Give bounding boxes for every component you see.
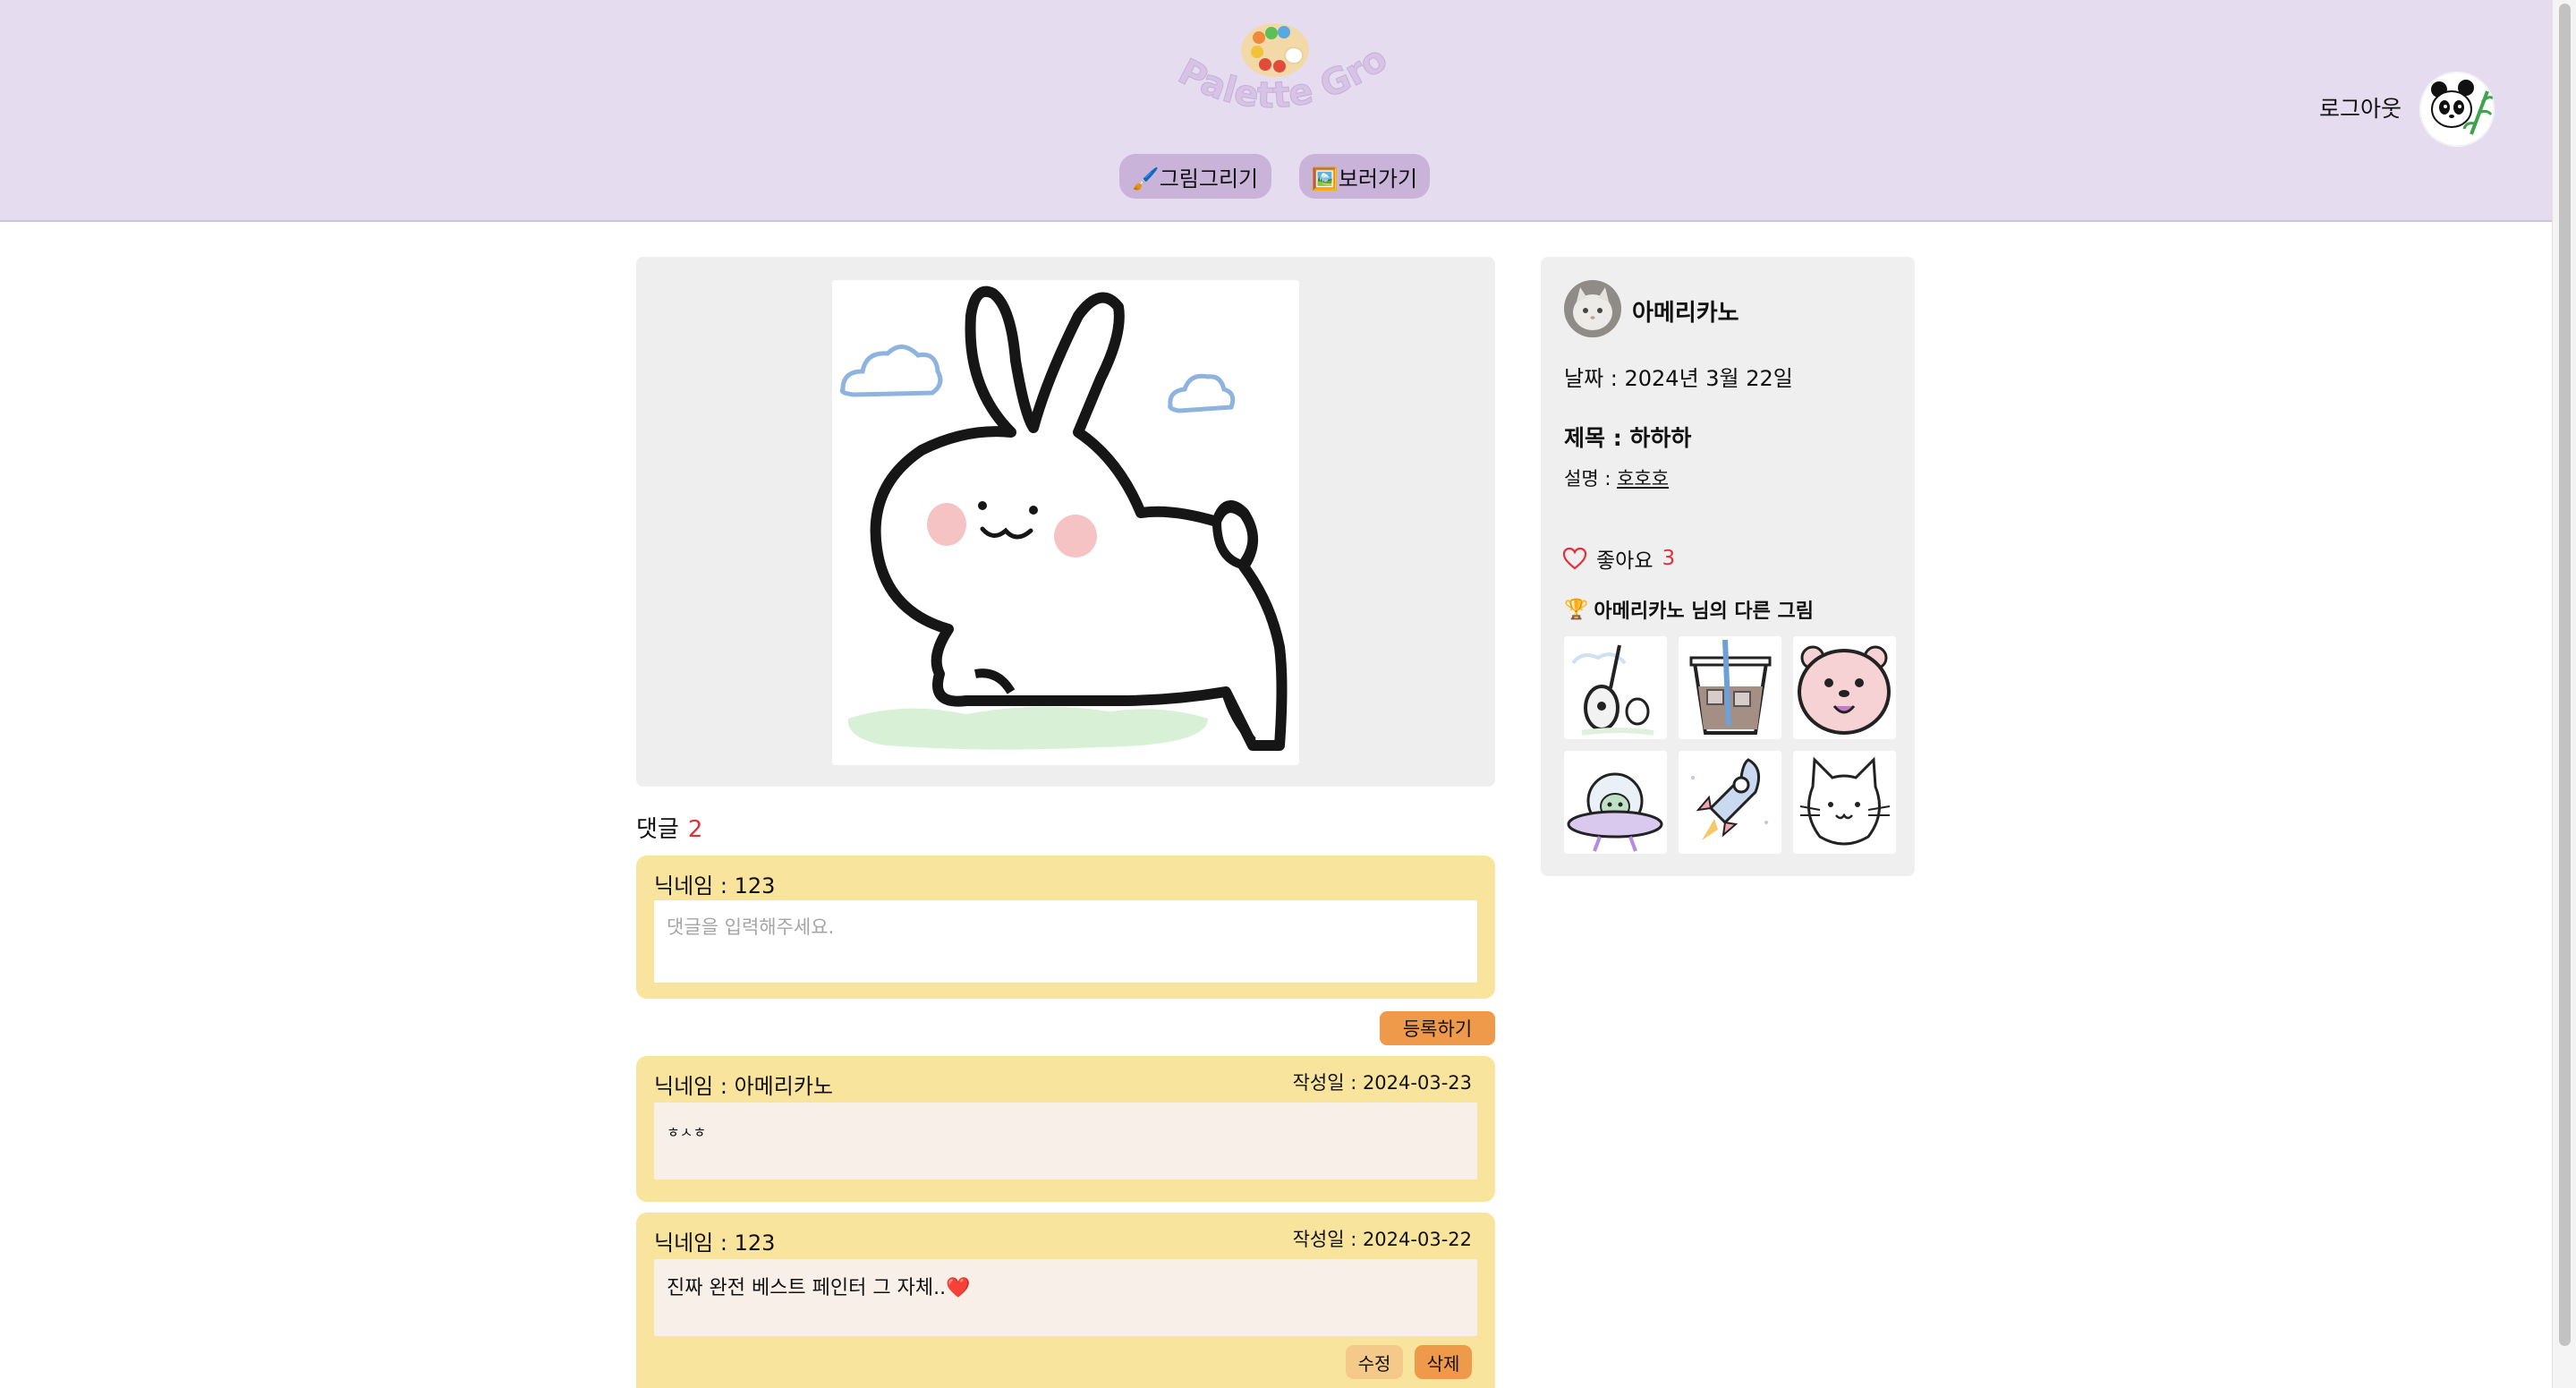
nav-draw-button[interactable]: 🖌️그림그리기 — [1119, 154, 1271, 199]
trophy-icon: 🏆 — [1564, 598, 1589, 621]
edit-comment-button[interactable]: 수정 — [1346, 1345, 1403, 1379]
comment-input[interactable] — [654, 900, 1477, 983]
nav-view-button[interactable]: 🖼️보러가기 — [1299, 154, 1430, 199]
like-count: 3 — [1662, 547, 1676, 570]
artwork-description: 설명 : 호호호 — [1564, 464, 1669, 491]
comment-nickname: 닉네임 : 아메리카노 — [654, 1074, 833, 1099]
comment-text: ㅎㅅㅎ — [654, 1103, 1477, 1179]
palette-ground-logo[interactable]: Palette Ground — [1141, 0, 1396, 131]
heart-icon[interactable] — [1562, 547, 1587, 570]
comment-heading-label: 댓글 — [636, 816, 679, 843]
comment-item: 닉네임 : 123 작성일 : 2024-03-22 진짜 완전 베스트 페인터… — [636, 1213, 1495, 1388]
register-button[interactable]: 등록하기 — [1380, 1011, 1495, 1045]
new-comment-form: 닉네임 : 123 — [636, 856, 1495, 999]
comment-count: 2 — [687, 816, 703, 843]
other-work-thumbnail-guitar[interactable] — [1564, 636, 1667, 739]
comment-text: 진짜 완전 베스트 페인터 그 자체..❤️ — [654, 1259, 1477, 1336]
comment-nickname: 닉네임 : 123 — [654, 1230, 776, 1256]
comment-date: 작성일 : 2024-03-22 — [1292, 1229, 1472, 1250]
other-works-label: 아메리카노 님의 다른 그림 — [1594, 600, 1815, 623]
guitar-drawing-icon — [1564, 636, 1667, 739]
cat-drawing-icon — [1793, 751, 1896, 854]
other-work-thumbnail-cat[interactable] — [1793, 751, 1896, 854]
artwork-title: 제목 : 하하하 — [1564, 425, 1692, 451]
comment-heading: 댓글 2 — [636, 811, 702, 844]
like-label: 좋아요 — [1596, 549, 1654, 573]
top-header: Palette Ground 🖌️그림그리기 🖼️보러가기 로그아웃 — [0, 0, 2552, 222]
artwork-info-panel: 아메리카노 날짜 : 2024년 3월 22일 제목 : 하하하 설명 : 호호… — [1541, 257, 1915, 876]
author-avatar[interactable] — [1564, 280, 1621, 337]
logout-link[interactable]: 로그아웃 — [2319, 91, 2402, 123]
panda-icon — [2419, 72, 2495, 147]
ufo-drawing-icon — [1564, 751, 1667, 854]
other-work-thumbnail-hamster[interactable] — [1793, 636, 1896, 739]
description-value: 호호호 — [1617, 468, 1670, 490]
artwork-panel — [636, 257, 1495, 787]
delete-comment-button[interactable]: 삭제 — [1415, 1345, 1472, 1379]
description-label: 설명 : — [1564, 468, 1618, 490]
other-work-thumbnail-ufo[interactable] — [1564, 751, 1667, 854]
hamster-drawing-icon — [1793, 636, 1896, 739]
new-comment-nickname: 닉네임 : 123 — [654, 873, 776, 898]
nav-draw-label: 🖌️그림그리기 — [1132, 166, 1259, 192]
cat-photo-icon — [1564, 280, 1621, 337]
artwork-date: 날짜 : 2024년 3월 22일 — [1564, 366, 1793, 391]
user-avatar[interactable] — [2419, 72, 2495, 147]
other-works-title: 🏆 아메리카노 님의 다른 그림 — [1564, 595, 1814, 624]
artwork-image — [832, 280, 1299, 765]
comment-item: 닉네임 : 아메리카노 작성일 : 2024-03-23 ㅎㅅㅎ — [636, 1056, 1495, 1202]
rocket-drawing-icon — [1679, 751, 1781, 854]
page-scrollbar[interactable] — [2552, 0, 2576, 1388]
author-name[interactable]: 아메리카노 — [1632, 294, 1739, 328]
other-work-thumbnail-rocket[interactable] — [1679, 751, 1781, 854]
scrollbar-thumb[interactable] — [2559, 4, 2571, 1346]
comment-date: 작성일 : 2024-03-23 — [1292, 1072, 1472, 1094]
other-work-thumbnail-iced-coffee[interactable] — [1679, 636, 1781, 739]
like-row: 좋아요 3 — [1562, 543, 1675, 574]
iced-coffee-drawing-icon — [1679, 636, 1781, 739]
nav-view-label: 🖼️보러가기 — [1311, 166, 1418, 192]
